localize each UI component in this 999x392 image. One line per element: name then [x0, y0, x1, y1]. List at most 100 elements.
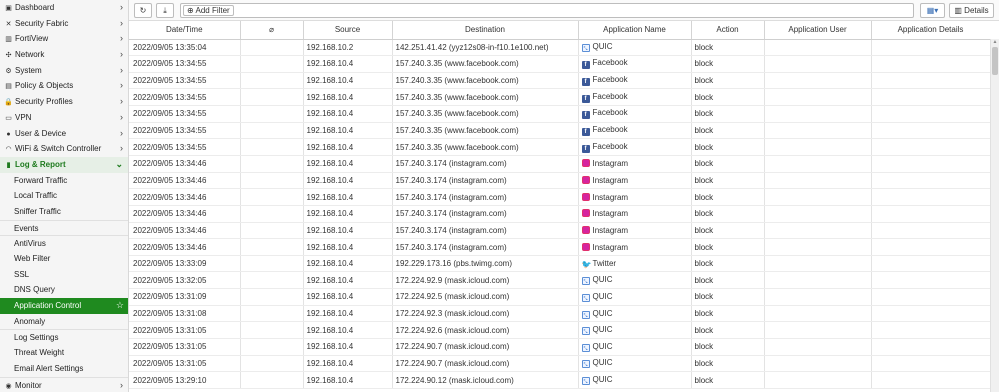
- cell-application-name: ⤡ QUIC: [578, 305, 692, 323]
- cell-source: 192.168.10.4: [303, 138, 393, 156]
- table-row[interactable]: 2022/09/05 13:31:08 192.168.10.4 172.224.9…: [129, 305, 990, 323]
- column-header-attachment[interactable]: ⌀: [240, 21, 304, 40]
- column-header-application-details[interactable]: Application Details: [871, 21, 990, 40]
- table-row[interactable]: 2022/09/05 13:34:46 192.168.10.4 157.240.3…: [129, 238, 990, 256]
- table-row[interactable]: 2022/09/05 13:29:10 192.168.10.4 172.224.9…: [129, 371, 990, 389]
- sidebar-subitem-events[interactable]: Events: [0, 219, 128, 236]
- cell-source: 192.168.10.4: [303, 222, 393, 240]
- details-button[interactable]: ▥ Details: [949, 3, 994, 18]
- view-options-button[interactable]: ▦▾: [920, 3, 945, 18]
- sidebar-subitem-email-alert-settings[interactable]: Email Alert Settings: [0, 360, 128, 377]
- sidebar-subitem-log-settings[interactable]: Log Settings: [0, 329, 128, 346]
- sidebar-item-label: Monitor: [15, 380, 42, 390]
- table-row[interactable]: 2022/09/05 13:31:05 192.168.10.4 172.224.9…: [129, 355, 990, 373]
- cell-source: 192.168.10.4: [303, 288, 393, 306]
- sidebar-item-dashboard[interactable]: ▣ Dashboard ›: [0, 0, 128, 16]
- vertical-scrollbar[interactable]: ▲: [990, 39, 999, 392]
- vpn-icon: ▭: [5, 114, 12, 122]
- table-row[interactable]: 2022/09/05 13:34:55 192.168.10.4 157.240.3…: [129, 88, 990, 107]
- refresh-icon: ↻: [139, 6, 147, 15]
- sidebar-item-system[interactable]: ⚙ System ›: [0, 63, 128, 79]
- column-header-destination[interactable]: Destination: [392, 21, 579, 40]
- sidebar-item-policy-objects[interactable]: ▤ Policy & Objects ›: [0, 78, 128, 94]
- facebook-icon: f: [581, 61, 590, 70]
- cell-application-details: [871, 222, 990, 240]
- cell-source: 192.168.10.4: [303, 371, 393, 389]
- table-row[interactable]: 2022/09/05 13:34:46 192.168.10.4 157.240.3…: [129, 155, 990, 173]
- cell-source: 192.168.10.4: [303, 155, 393, 173]
- sidebar-item-security-profiles[interactable]: 🔒 Security Profiles ›: [0, 94, 128, 110]
- sidebar-item-vpn[interactable]: ▭ VPN ›: [0, 110, 128, 126]
- download-button[interactable]: ⤓: [156, 3, 174, 18]
- sidebar-subitem-ssl[interactable]: SSL: [0, 266, 128, 283]
- sidebar-subitem-anomaly[interactable]: Anomaly: [0, 313, 128, 330]
- table-row[interactable]: 2022/09/05 13:34:46 192.168.10.4 157.240.3…: [129, 172, 990, 190]
- column-header-application-name[interactable]: Application Name: [578, 21, 692, 40]
- sidebar-item-monitor[interactable]: ◉ Monitor ›: [0, 376, 128, 392]
- sidebar-subitem-web-filter[interactable]: Web Filter: [0, 251, 128, 267]
- cell-destination: 157.240.3.35 (www.facebook.com): [392, 138, 579, 156]
- table-row[interactable]: 2022/09/05 13:34:46 192.168.10.4 157.240.3…: [129, 205, 990, 223]
- chevron-right-icon: ›: [120, 80, 123, 91]
- cell-attachment: [240, 39, 304, 57]
- filter-bar[interactable]: ⊕ Add Filter: [180, 3, 914, 18]
- sidebar-item-user-device[interactable]: ● User & Device ›: [0, 126, 128, 142]
- sidebar-subitem-dns-query[interactable]: DNS Query: [0, 282, 128, 299]
- cell-action: block: [691, 88, 765, 107]
- cell-destination: 157.240.3.174 (instagram.com): [392, 238, 579, 256]
- sidebar-subitem-sniffer-traffic[interactable]: Sniffer Traffic: [0, 203, 128, 220]
- cell-attachment: [240, 138, 304, 156]
- column-header-date-time[interactable]: Date/Time: [129, 21, 241, 40]
- sidebar-item-label: Security Profiles: [15, 97, 73, 107]
- cell-attachment: [240, 188, 304, 206]
- table-row[interactable]: 2022/09/05 13:33:09 192.168.10.4 192.229.1…: [129, 255, 990, 273]
- refresh-button[interactable]: ↻: [134, 3, 152, 18]
- table-row[interactable]: 2022/09/05 13:34:55 192.168.10.4 157.240.3…: [129, 138, 990, 156]
- sidebar-item-label: Policy & Objects: [15, 81, 74, 91]
- sidebar-item-network[interactable]: ✣ Network ›: [0, 47, 128, 63]
- cell-application-user: [764, 238, 872, 256]
- sidebar-item-fortiview[interactable]: ▥ FortiView ›: [0, 31, 128, 47]
- table-row[interactable]: 2022/09/05 13:34:46 192.168.10.4 157.240.3…: [129, 188, 990, 206]
- sidebar-item-label: Dashboard: [15, 3, 55, 12]
- sidebar-subitem-application-control[interactable]: Application Control ☆: [0, 298, 128, 314]
- sidebar-subitem-local-traffic[interactable]: Local Traffic: [0, 188, 128, 204]
- table-row[interactable]: 2022/09/05 13:31:05 192.168.10.4 172.224.9…: [129, 321, 990, 340]
- sidebar-item-wifi-switch-controller[interactable]: ◠ WiFi & Switch Controller ›: [0, 141, 128, 157]
- application-name-text: Instagram: [592, 159, 629, 169]
- cell-application-name: Instagram: [578, 222, 692, 240]
- sidebar-subitem-antivirus[interactable]: AntiVirus: [0, 235, 128, 251]
- sidebar-subitem-threat-weight[interactable]: Threat Weight: [0, 345, 128, 361]
- cell-attachment: [240, 55, 304, 73]
- column-header-action[interactable]: Action: [691, 21, 765, 40]
- cell-destination: 172.224.90.7 (mask.icloud.com): [392, 355, 579, 373]
- sidebar-item-log-report[interactable]: ▮ Log & Report ⌄: [0, 156, 128, 173]
- scrollbar-thumb[interactable]: [992, 47, 998, 75]
- cell-application-name: ⤡ QUIC: [578, 39, 692, 57]
- quic-icon: ⤡: [581, 44, 590, 53]
- sidebar-subitem-label: DNS Query: [14, 285, 55, 295]
- cell-date-time: 2022/09/05 13:34:55: [129, 122, 241, 140]
- cell-application-details: [871, 188, 990, 206]
- table-row[interactable]: 2022/09/05 13:34:55 192.168.10.4 157.240.3…: [129, 122, 990, 140]
- cell-attachment: [240, 172, 304, 190]
- table-row[interactable]: 2022/09/05 13:31:09 192.168.10.4 172.224.9…: [129, 288, 990, 306]
- add-filter-button[interactable]: ⊕ Add Filter: [183, 5, 234, 16]
- cell-date-time: 2022/09/05 13:34:46: [129, 238, 241, 256]
- scroll-up-arrow-icon[interactable]: ▲: [992, 39, 998, 45]
- cell-destination: 172.224.90.7 (mask.icloud.com): [392, 338, 579, 356]
- sidebar-item-security-fabric[interactable]: ✕ Security Fabric ›: [0, 16, 128, 32]
- column-header-source[interactable]: Source: [303, 21, 393, 40]
- cell-application-user: [764, 72, 872, 90]
- application-name-text: QUIC: [592, 275, 613, 285]
- table-row[interactable]: 2022/09/05 13:34:46 192.168.10.4 157.240.3…: [129, 222, 990, 240]
- table-row[interactable]: 2022/09/05 13:31:05 192.168.10.4 172.224.9…: [129, 338, 990, 356]
- table-row[interactable]: 2022/09/05 13:34:55 192.168.10.4 157.240.3…: [129, 72, 990, 90]
- table-row[interactable]: 2022/09/05 13:35:04 192.168.10.2 142.251.4…: [129, 39, 990, 57]
- star-icon[interactable]: ☆: [116, 298, 124, 314]
- sidebar-subitem-forward-traffic[interactable]: Forward Traffic: [0, 172, 128, 189]
- table-row[interactable]: 2022/09/05 13:32:05 192.168.10.4 172.224.9…: [129, 271, 990, 290]
- column-header-application-user[interactable]: Application User: [764, 21, 872, 40]
- table-row[interactable]: 2022/09/05 13:34:55 192.168.10.4 157.240.3…: [129, 105, 990, 123]
- table-row[interactable]: 2022/09/05 13:34:55 192.168.10.4 157.240.3…: [129, 55, 990, 73]
